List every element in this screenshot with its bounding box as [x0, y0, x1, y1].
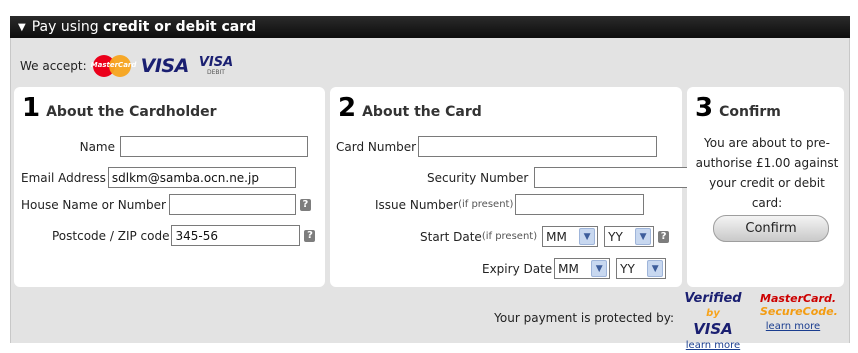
name-label: Name: [79, 139, 115, 154]
postcode-row: Postcode / ZIP code ?: [52, 225, 316, 246]
card-title: 2 About the Card: [338, 95, 482, 121]
expiry-month-value: MM: [558, 261, 579, 276]
step-number: 2: [338, 93, 357, 123]
step-title: Confirm: [719, 104, 781, 120]
header-bold: credit or debit card: [103, 19, 257, 35]
start-year-value: YY: [608, 229, 623, 244]
confirm-button[interactable]: Confirm: [713, 215, 829, 242]
house-row: House Name or Number ?: [21, 194, 311, 215]
accept-label: We accept:: [20, 59, 87, 73]
security-input[interactable]: [534, 167, 695, 188]
card-number-label: Card Number: [336, 139, 417, 154]
start-month-select[interactable]: MM ▼: [542, 226, 599, 247]
issue-hint: (if present): [458, 199, 514, 210]
confirm-title: 3 Confirm: [695, 95, 781, 121]
chevron-down-icon[interactable]: ▼: [647, 260, 664, 277]
chevron-down-icon[interactable]: ▼: [579, 228, 596, 245]
issue-input[interactable]: [515, 194, 645, 215]
start-label: Start Date: [420, 229, 482, 244]
protected-by-label: Your payment is protected by:: [494, 311, 674, 325]
accepted-cards: We accept: MasterCard VISA VISA DEBIT: [20, 53, 233, 79]
collapse-arrow-icon[interactable]: ▼: [18, 22, 26, 33]
expiry-year-value: YY: [620, 261, 635, 276]
visa-debit-logo: VISA DEBIT: [199, 56, 233, 76]
msc-line1: MasterCard.: [760, 292, 837, 305]
step-number: 3: [695, 93, 714, 123]
postcode-input[interactable]: [171, 225, 301, 246]
vbv-verified: Verified: [684, 291, 742, 306]
vbv-line2: VISA: [693, 320, 733, 338]
card-panel: 2 About the Card Card Number Security Nu…: [330, 87, 710, 287]
visa-debit-bottom: DEBIT: [207, 69, 225, 76]
step-title: About the Card: [362, 104, 482, 120]
security-label: Security Number: [427, 170, 529, 185]
msc-learn-more-link[interactable]: learn more: [760, 320, 826, 334]
mastercard-logo-text: MasterCard: [90, 61, 137, 69]
email-label: Email Address: [21, 170, 106, 185]
start-hint: (if present): [481, 231, 538, 242]
visa-logo: VISA: [140, 55, 190, 77]
visa-debit-top: VISA: [198, 55, 234, 70]
email-row: Email Address: [21, 167, 296, 188]
start-year-select[interactable]: YY ▼: [604, 226, 655, 247]
step-number: 1: [22, 93, 41, 123]
cardholder-panel: 1 About the Cardholder Name Email Addres…: [14, 87, 325, 287]
name-row: Name: [76, 136, 308, 157]
verified-by-visa-badge[interactable]: Verified by VISA learn more: [680, 292, 746, 352]
help-icon[interactable]: ?: [304, 229, 316, 242]
help-icon[interactable]: ?: [299, 198, 311, 211]
step-title: About the Cardholder: [46, 104, 217, 120]
vbv-line1: Verified by: [680, 292, 746, 321]
msc-line2: SecureCode.: [760, 305, 838, 318]
security-row: Security Number ?: [427, 167, 710, 188]
mastercard-securecode-badge[interactable]: MasterCard. SecureCode. learn more: [760, 292, 838, 340]
expiry-label: Expiry Date: [482, 261, 553, 276]
name-input[interactable]: [120, 136, 308, 157]
help-icon[interactable]: ?: [658, 230, 670, 243]
mastercard-logo: MasterCard: [90, 53, 137, 79]
header-prefix: Pay using: [31, 19, 104, 35]
start-date-row: Start Date (if present) MM ▼ YY ▼ ?: [420, 226, 670, 247]
vbv-by: by: [706, 308, 720, 319]
expiry-month-select[interactable]: MM ▼: [554, 258, 611, 279]
confirm-panel: 3 Confirm You are about to pre-authorise…: [687, 87, 844, 287]
card-number-input[interactable]: [418, 136, 658, 157]
section-header[interactable]: ▼ Pay using credit or debit card: [10, 16, 850, 38]
chevron-down-icon[interactable]: ▼: [635, 228, 652, 245]
start-month-value: MM: [546, 229, 567, 244]
expiry-date-row: Expiry Date MM ▼ YY ▼: [482, 258, 667, 279]
cardholder-title: 1 About the Cardholder: [22, 95, 217, 121]
issue-label: Issue Number: [375, 197, 459, 212]
chevron-down-icon[interactable]: ▼: [591, 260, 608, 277]
confirm-message: You are about to pre-authorise £1.00 aga…: [695, 136, 839, 210]
issue-row: Issue Number (if present): [375, 194, 645, 215]
house-label: House Name or Number: [21, 197, 166, 212]
expiry-year-select[interactable]: YY ▼: [616, 258, 667, 279]
vbv-learn-more-link[interactable]: learn more: [680, 339, 746, 353]
house-input[interactable]: [168, 194, 296, 215]
card-number-row: Card Number: [336, 136, 658, 157]
email-input[interactable]: [107, 167, 296, 188]
postcode-label: Postcode / ZIP code: [52, 228, 170, 243]
